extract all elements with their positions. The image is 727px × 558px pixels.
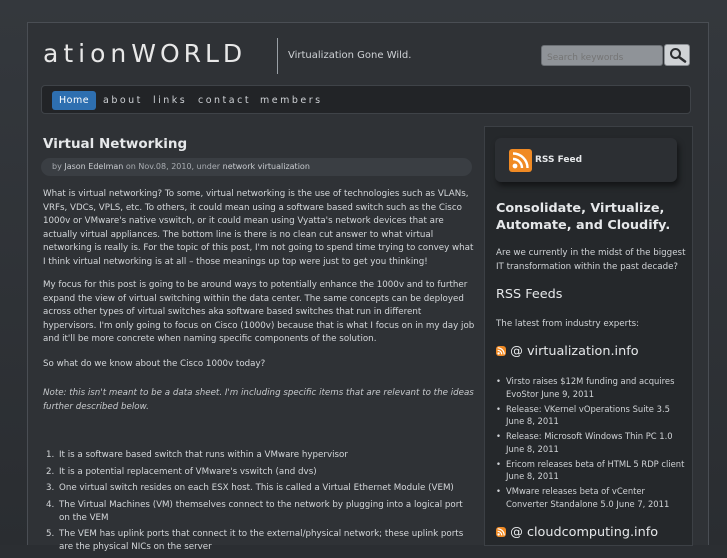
list-item: 5. The VEM has uplink ports that connect …	[46, 529, 464, 552]
rss-feed-label: RSS Feed	[535, 155, 583, 165]
list-item: 3. One virtual switch resides on each ESX…	[46, 483, 454, 493]
feed-item[interactable]: Release: Microsoft Windows Thin PC 1.0 J…	[496, 430, 688, 455]
page-background: ationWORLD Virtualization Gone Wild. Hom…	[0, 0, 727, 552]
feed-title-text: @ virtualization.info	[510, 344, 639, 359]
sidebar-question: Are we currently in the midst of the big…	[496, 248, 686, 272]
magnifier-icon	[670, 48, 687, 63]
site-logo[interactable]: ationWORLD	[43, 39, 246, 68]
post-paragraph: So what do we know about the Cisco 1000v…	[43, 359, 266, 369]
list-item: 4. The Virtual Machines (VM) themselves c…	[46, 499, 463, 523]
logo-text-world: WORLD	[131, 39, 247, 68]
rss-feeds-heading: RSS Feeds	[496, 287, 563, 302]
rss-icon	[509, 149, 532, 172]
logo-divider	[277, 38, 278, 74]
feed-title-text: @ cloudcomputing.info	[510, 525, 659, 540]
list-item: 1. It is a software based switch that run…	[46, 450, 348, 460]
feed-item[interactable]: Virsto raises $12M funding and acquires …	[496, 375, 688, 400]
post-title[interactable]: Virtual Networking	[43, 136, 187, 152]
byline-date: on Nov.08, 2010, under	[125, 162, 221, 171]
feed-item[interactable]: Ericom releases beta of HTML 5 RDP clien…	[496, 458, 688, 483]
rss-small-icon	[496, 527, 506, 537]
category-link[interactable]: network virtualization	[223, 162, 310, 171]
feed-title-cloudcomputing[interactable]: @ cloudcomputing.info	[496, 525, 658, 540]
post-paragraph: What is virtual networking? To some, vir…	[43, 189, 474, 267]
search-input[interactable]	[541, 45, 663, 66]
post-paragraph: My focus for this post is going to be ar…	[43, 280, 475, 345]
byline-prefix: by	[52, 162, 62, 171]
feed-item[interactable]: Release: VKernel vOperations Suite 3.5 J…	[496, 403, 688, 428]
feed-title-virtualization[interactable]: @ virtualization.info	[496, 344, 639, 359]
rss-feed-box[interactable]: RSS Feed	[495, 138, 677, 182]
site-tagline: Virtualization Gone Wild.	[288, 50, 412, 61]
rss-feeds-text: The latest from industry experts:	[496, 319, 640, 329]
main-content: Virtual Networking by Jason Edelman on N…	[41, 127, 475, 552]
nav-item-about[interactable]: about	[103, 91, 143, 110]
main-nav: Home about links contact members	[41, 85, 691, 114]
sidebar: RSS Feed Consolidate, Virtualize, Automa…	[484, 126, 693, 546]
post-byline: by Jason Edelman on Nov.08, 2010, under …	[41, 158, 472, 176]
site-wrapper: ationWORLD Virtualization Gone Wild. Hom…	[27, 22, 709, 552]
feed-item[interactable]: VMware releases beta of vCenter Converte…	[496, 485, 688, 510]
logo-text-ation: ation	[43, 39, 132, 68]
list-item: 2. It is a potential replacement of VMwar…	[46, 466, 317, 477]
nav-item-home[interactable]: Home	[52, 91, 97, 110]
nav-item-members[interactable]: members	[260, 91, 323, 110]
feed-list-virtualization: Virsto raises $12M funding and acquires …	[496, 375, 688, 513]
post-list: 1. It is a software based switch that run…	[43, 449, 475, 558]
post-note: Note: this isn't meant to be a data shee…	[43, 388, 474, 412]
rss-small-icon	[496, 346, 506, 356]
nav-item-contact[interactable]: contact	[198, 91, 251, 110]
author-link[interactable]: Jason Edelman	[64, 162, 123, 171]
sidebar-heading: Consolidate, Virtualize, Automate, and C…	[496, 201, 671, 233]
nav-item-links[interactable]: links	[153, 91, 187, 110]
search-button[interactable]	[664, 44, 690, 66]
